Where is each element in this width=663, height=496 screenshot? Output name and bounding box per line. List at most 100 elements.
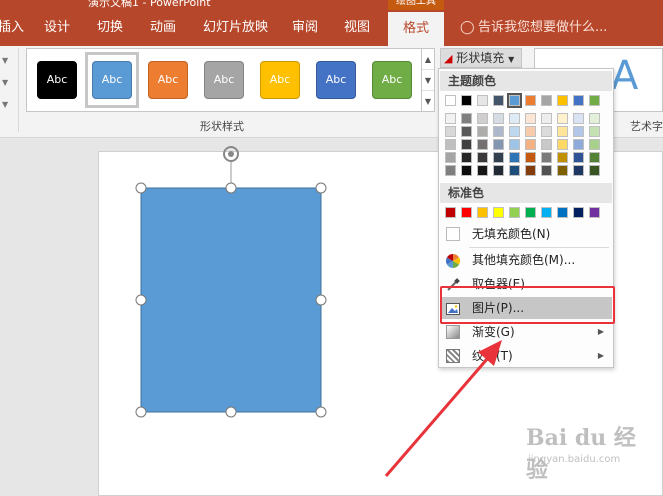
theme-color-swatch[interactable] — [573, 95, 584, 106]
texture-label: 纹理(T) — [472, 349, 513, 363]
theme-shade-swatch[interactable] — [477, 139, 488, 150]
theme-color-swatch[interactable] — [445, 95, 456, 106]
theme-shade-swatch[interactable] — [461, 165, 472, 176]
no-fill-icon — [446, 227, 460, 241]
theme-shade-swatch[interactable] — [589, 113, 600, 124]
theme-shade-swatch[interactable] — [589, 152, 600, 163]
theme-shade-swatch[interactable] — [557, 113, 568, 124]
theme-shade-swatch[interactable] — [493, 152, 504, 163]
annotation-highlight-box — [440, 286, 615, 324]
standard-color-swatch[interactable] — [461, 207, 472, 218]
theme-shade-swatch[interactable] — [541, 113, 552, 124]
theme-color-swatch[interactable] — [477, 95, 488, 106]
theme-shade-swatch[interactable] — [493, 139, 504, 150]
theme-shade-swatch[interactable] — [493, 165, 504, 176]
theme-shade-swatch[interactable] — [477, 165, 488, 176]
theme-shade-swatch[interactable] — [541, 126, 552, 137]
selected-rectangle-shape[interactable] — [140, 187, 322, 413]
theme-shade-swatch[interactable] — [477, 152, 488, 163]
gradient-item[interactable]: 渐变(G) ▶ — [440, 321, 612, 343]
theme-shade-swatch[interactable] — [477, 126, 488, 137]
rotate-handle-icon[interactable] — [223, 146, 239, 162]
standard-colors-header: 标准色 — [440, 183, 612, 203]
theme-shade-swatch[interactable] — [461, 113, 472, 124]
theme-shade-swatch[interactable] — [509, 152, 520, 163]
theme-shade-swatch[interactable] — [477, 113, 488, 124]
theme-shade-swatch[interactable] — [509, 139, 520, 150]
no-fill-label: 无填充颜色(N) — [472, 227, 551, 241]
color-wheel-icon — [446, 253, 460, 268]
submenu-arrow-icon: ▶ — [597, 327, 604, 336]
theme-shade-swatch[interactable] — [589, 139, 600, 150]
standard-color-swatch[interactable] — [525, 207, 536, 218]
theme-shade-swatch[interactable] — [573, 165, 584, 176]
texture-item[interactable]: 纹理(T) ▶ — [440, 345, 612, 367]
theme-shade-swatch[interactable] — [589, 165, 600, 176]
theme-shade-swatch[interactable] — [573, 139, 584, 150]
theme-shade-swatch[interactable] — [573, 152, 584, 163]
theme-shade-swatch[interactable] — [525, 139, 536, 150]
theme-color-swatch[interactable] — [507, 93, 522, 108]
theme-shade-swatch[interactable] — [557, 152, 568, 163]
theme-color-swatch[interactable] — [493, 95, 504, 106]
resize-handle-bottom-right[interactable] — [315, 406, 327, 418]
standard-color-swatch[interactable] — [509, 207, 520, 218]
submenu-arrow-icon: ▶ — [597, 351, 604, 360]
theme-shade-swatch[interactable] — [573, 126, 584, 137]
theme-shade-swatch[interactable] — [445, 152, 456, 163]
theme-shade-swatch[interactable] — [493, 113, 504, 124]
theme-shade-swatch[interactable] — [461, 152, 472, 163]
theme-shade-swatch[interactable] — [557, 139, 568, 150]
theme-color-swatch[interactable] — [589, 95, 600, 106]
resize-handle-bottom-left[interactable] — [135, 406, 147, 418]
standard-color-swatch[interactable] — [589, 207, 600, 218]
theme-colors-header: 主题颜色 — [440, 71, 612, 91]
theme-shade-swatch[interactable] — [461, 139, 472, 150]
watermark-url: jingyan.baidu.com — [528, 454, 621, 465]
theme-shade-swatch[interactable] — [573, 113, 584, 124]
theme-shade-swatch[interactable] — [557, 165, 568, 176]
theme-shade-swatch[interactable] — [589, 126, 600, 137]
more-fill-colors-item[interactable]: 其他填充颜色(M)... — [440, 249, 612, 271]
theme-color-swatch[interactable] — [461, 95, 472, 106]
theme-shade-swatch[interactable] — [557, 126, 568, 137]
theme-shade-swatch[interactable] — [541, 139, 552, 150]
menu-separator — [469, 247, 609, 248]
texture-icon — [446, 349, 460, 363]
standard-color-swatch[interactable] — [541, 207, 552, 218]
theme-shade-swatch[interactable] — [461, 126, 472, 137]
resize-handle-top[interactable] — [225, 182, 237, 194]
theme-shade-swatch[interactable] — [509, 113, 520, 124]
standard-color-swatch[interactable] — [493, 207, 504, 218]
theme-shade-swatch[interactable] — [525, 165, 536, 176]
theme-shade-swatch[interactable] — [445, 126, 456, 137]
standard-color-swatch[interactable] — [557, 207, 568, 218]
standard-color-swatch[interactable] — [573, 207, 584, 218]
theme-shade-swatch[interactable] — [541, 165, 552, 176]
resize-handle-right[interactable] — [315, 294, 327, 306]
standard-color-swatch[interactable] — [445, 207, 456, 218]
theme-shade-swatch[interactable] — [445, 113, 456, 124]
theme-color-swatch[interactable] — [525, 95, 536, 106]
theme-shade-swatch[interactable] — [525, 113, 536, 124]
watermark: Bai du 经验 jingyan.baidu.com — [526, 420, 656, 483]
standard-color-swatch[interactable] — [477, 207, 488, 218]
theme-shade-swatch[interactable] — [493, 126, 504, 137]
theme-shade-swatch[interactable] — [509, 126, 520, 137]
resize-handle-bottom[interactable] — [225, 406, 237, 418]
gradient-icon — [446, 325, 460, 339]
theme-color-swatch[interactable] — [557, 95, 568, 106]
theme-shade-swatch[interactable] — [525, 126, 536, 137]
resize-handle-top-left[interactable] — [135, 182, 147, 194]
theme-shade-swatch[interactable] — [445, 139, 456, 150]
resize-handle-left[interactable] — [135, 294, 147, 306]
more-fill-colors-label: 其他填充颜色(M)... — [472, 253, 576, 267]
theme-shade-swatch[interactable] — [525, 152, 536, 163]
resize-handle-top-right[interactable] — [315, 182, 327, 194]
theme-shade-swatch[interactable] — [541, 152, 552, 163]
gradient-label: 渐变(G) — [472, 325, 515, 339]
no-fill-item[interactable]: 无填充颜色(N) — [440, 223, 612, 245]
theme-shade-swatch[interactable] — [509, 165, 520, 176]
theme-color-swatch[interactable] — [541, 95, 552, 106]
theme-shade-swatch[interactable] — [445, 165, 456, 176]
